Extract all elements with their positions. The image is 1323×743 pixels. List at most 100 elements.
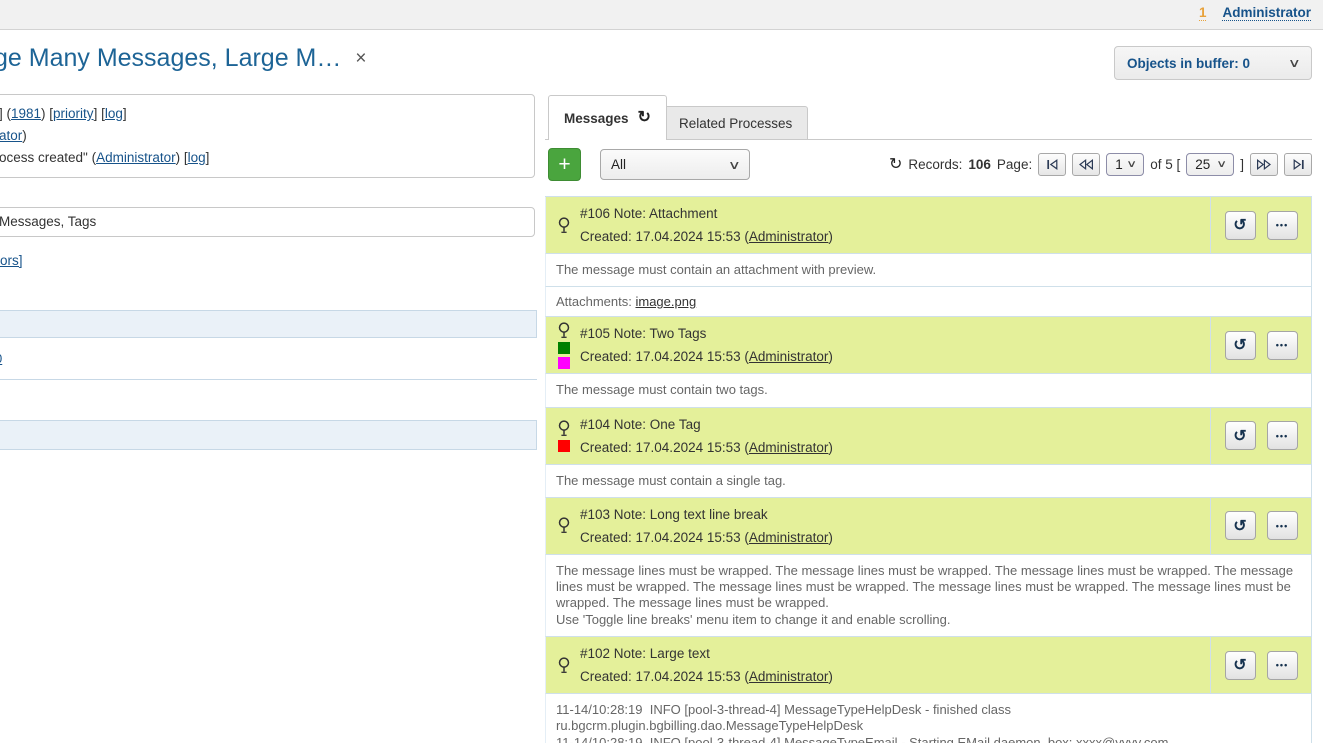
message-header: #103 Note: Long text line break Created:… (545, 498, 1312, 555)
chevron-down-icon: ∨ (1126, 159, 1137, 170)
message-title: #103 Note: Long text line break (580, 503, 1210, 526)
tag-color-swatch (558, 440, 570, 452)
more-actions-button[interactable]: ••• (1267, 421, 1298, 450)
page-number-select[interactable]: 1 ∨ (1106, 153, 1144, 176)
more-actions-button[interactable]: ••• (1267, 651, 1298, 680)
message-created: Created: 17.04.2024 15:53 (Administrator… (580, 345, 1210, 368)
objects-in-buffer-button[interactable]: Objects in buffer: 0 ∨ (1114, 46, 1312, 80)
more-actions-button[interactable]: ••• (1267, 211, 1298, 240)
tab-messages[interactable]: Messages ↻ (548, 95, 667, 140)
messages-toolbar: + All ∨ ↻ Records: 106 Page: (545, 148, 1312, 181)
message-title: #102 Note: Large text (580, 642, 1210, 665)
log-link[interactable]: log (188, 150, 206, 165)
message-header: #102 Note: Large text Created: 17.04.202… (545, 637, 1312, 694)
tab-related-processes[interactable]: Related Processes (663, 106, 808, 140)
add-message-button[interactable]: + (548, 148, 581, 181)
user-bar: 1 Administrator (0, 0, 1323, 30)
page-title: ge Many Messages, Large M… (0, 44, 341, 73)
chevron-down-icon: ∨ (728, 158, 741, 172)
message-filter-select[interactable]: All ∨ (600, 149, 750, 180)
reply-button[interactable]: ↺ (1225, 511, 1256, 540)
reply-button[interactable]: ↺ (1225, 331, 1256, 360)
process-summary-line: ocess created" (Administrator) [log] (0, 147, 522, 169)
message-created: Created: 17.04.2024 15:53 (Administrator… (580, 526, 1210, 549)
process-summary-line: ] (1981) [priority] [log] (0, 103, 522, 125)
current-user-link[interactable]: Administrator (1222, 5, 1311, 21)
bracket-close: ] (1240, 157, 1244, 172)
note-icon (557, 217, 571, 234)
filter-value: All (611, 157, 626, 172)
first-page-icon (1046, 159, 1059, 170)
author-link[interactable]: Administrator (749, 669, 829, 684)
message-body: 11-14/10:28:19 INFO [pool-3-thread-4] Me… (545, 694, 1312, 743)
message-body: The message lines must be wrapped. The m… (545, 555, 1312, 637)
executors-link[interactable]: ors] (0, 253, 23, 268)
message-body: The message must contain an attachment w… (545, 254, 1312, 287)
left-table-header (0, 420, 537, 450)
notification-count[interactable]: 1 (1199, 5, 1207, 21)
page-of-label: of 5 [ (1150, 157, 1180, 172)
attachments-row: Attachments: image.png (545, 287, 1312, 317)
first-page-button[interactable] (1038, 153, 1066, 176)
refresh-icon[interactable]: ↻ (889, 157, 902, 173)
left-table-header (0, 310, 537, 338)
records-label: Records: (908, 157, 962, 172)
message-created: Created: 17.04.2024 15:53 (Administrator… (580, 665, 1210, 688)
page-number-value: 1 (1115, 157, 1123, 172)
process-info-panel: ] (1981) [priority] [log] ator) ocess cr… (0, 80, 537, 742)
next-page-button[interactable] (1250, 153, 1278, 176)
message-created: Created: 17.04.2024 15:53 (Administrator… (580, 225, 1210, 248)
author-link[interactable]: Administrator (749, 530, 829, 545)
log-link[interactable]: log (105, 106, 123, 121)
chevron-down-icon: ∨ (1216, 159, 1227, 170)
message-body: The message must contain two tags. (545, 374, 1312, 407)
pagination-bar: ↻ Records: 106 Page: 1 ∨ of 5 [ (889, 148, 1312, 181)
page-label: Page: (997, 157, 1032, 172)
page-size-value: 25 (1195, 157, 1210, 172)
user-link[interactable]: ator (0, 128, 22, 143)
next-page-icon (1256, 159, 1272, 170)
prev-page-icon (1078, 159, 1094, 170)
left-table-count-link[interactable]: 0 (0, 351, 2, 366)
priority-link[interactable]: priority (53, 106, 94, 121)
message-title: #105 Note: Two Tags (580, 322, 1210, 345)
process-description-box: Messages, Tags (0, 207, 535, 237)
more-actions-button[interactable]: ••• (1267, 331, 1298, 360)
page-size-select[interactable]: 25 ∨ (1186, 153, 1234, 176)
tag-color-swatch (558, 342, 570, 354)
attachment-link[interactable]: image.png (635, 294, 696, 309)
tag-color-swatch (558, 357, 570, 369)
tab-messages-label: Messages (564, 111, 629, 126)
message-header: #106 Note: Attachment Created: 17.04.202… (545, 197, 1312, 254)
tab-related-label: Related Processes (679, 116, 792, 131)
note-icon (557, 420, 571, 437)
records-value: 106 (968, 157, 991, 172)
reply-button[interactable]: ↺ (1225, 421, 1256, 450)
more-actions-button[interactable]: ••• (1267, 511, 1298, 540)
left-table-row: 0 (0, 338, 537, 380)
message-created: Created: 17.04.2024 15:53 (Administrator… (580, 436, 1210, 459)
messages-panel: Messages ↻ Related Processes + All ∨ ↻ R… (545, 80, 1312, 742)
close-tab-icon[interactable]: × (355, 49, 366, 68)
message-title: #104 Note: One Tag (580, 413, 1210, 436)
message-list: #106 Note: Attachment Created: 17.04.202… (545, 196, 1312, 743)
process-id-link[interactable]: 1981 (11, 106, 41, 121)
last-page-button[interactable] (1284, 153, 1312, 176)
buffer-label: Objects in buffer: 0 (1127, 56, 1250, 71)
message-body: The message must contain a single tag. (545, 465, 1312, 498)
attachments-label: Attachments: (556, 294, 635, 309)
administrator-link[interactable]: Administrator (96, 150, 176, 165)
reply-button[interactable]: ↺ (1225, 651, 1256, 680)
refresh-icon[interactable]: ↻ (638, 110, 651, 126)
prev-page-button[interactable] (1072, 153, 1100, 176)
reply-button[interactable]: ↺ (1225, 211, 1256, 240)
message-header: #104 Note: One Tag Created: 17.04.2024 1… (545, 408, 1312, 465)
author-link[interactable]: Administrator (749, 440, 829, 455)
tab-bar: Messages ↻ Related Processes (545, 80, 1312, 140)
chevron-down-icon: ∨ (1288, 56, 1301, 70)
process-summary-box: ] (1981) [priority] [log] ator) ocess cr… (0, 94, 535, 178)
author-link[interactable]: Administrator (749, 349, 829, 364)
message-title: #106 Note: Attachment (580, 202, 1210, 225)
note-icon (557, 657, 571, 674)
author-link[interactable]: Administrator (749, 229, 829, 244)
